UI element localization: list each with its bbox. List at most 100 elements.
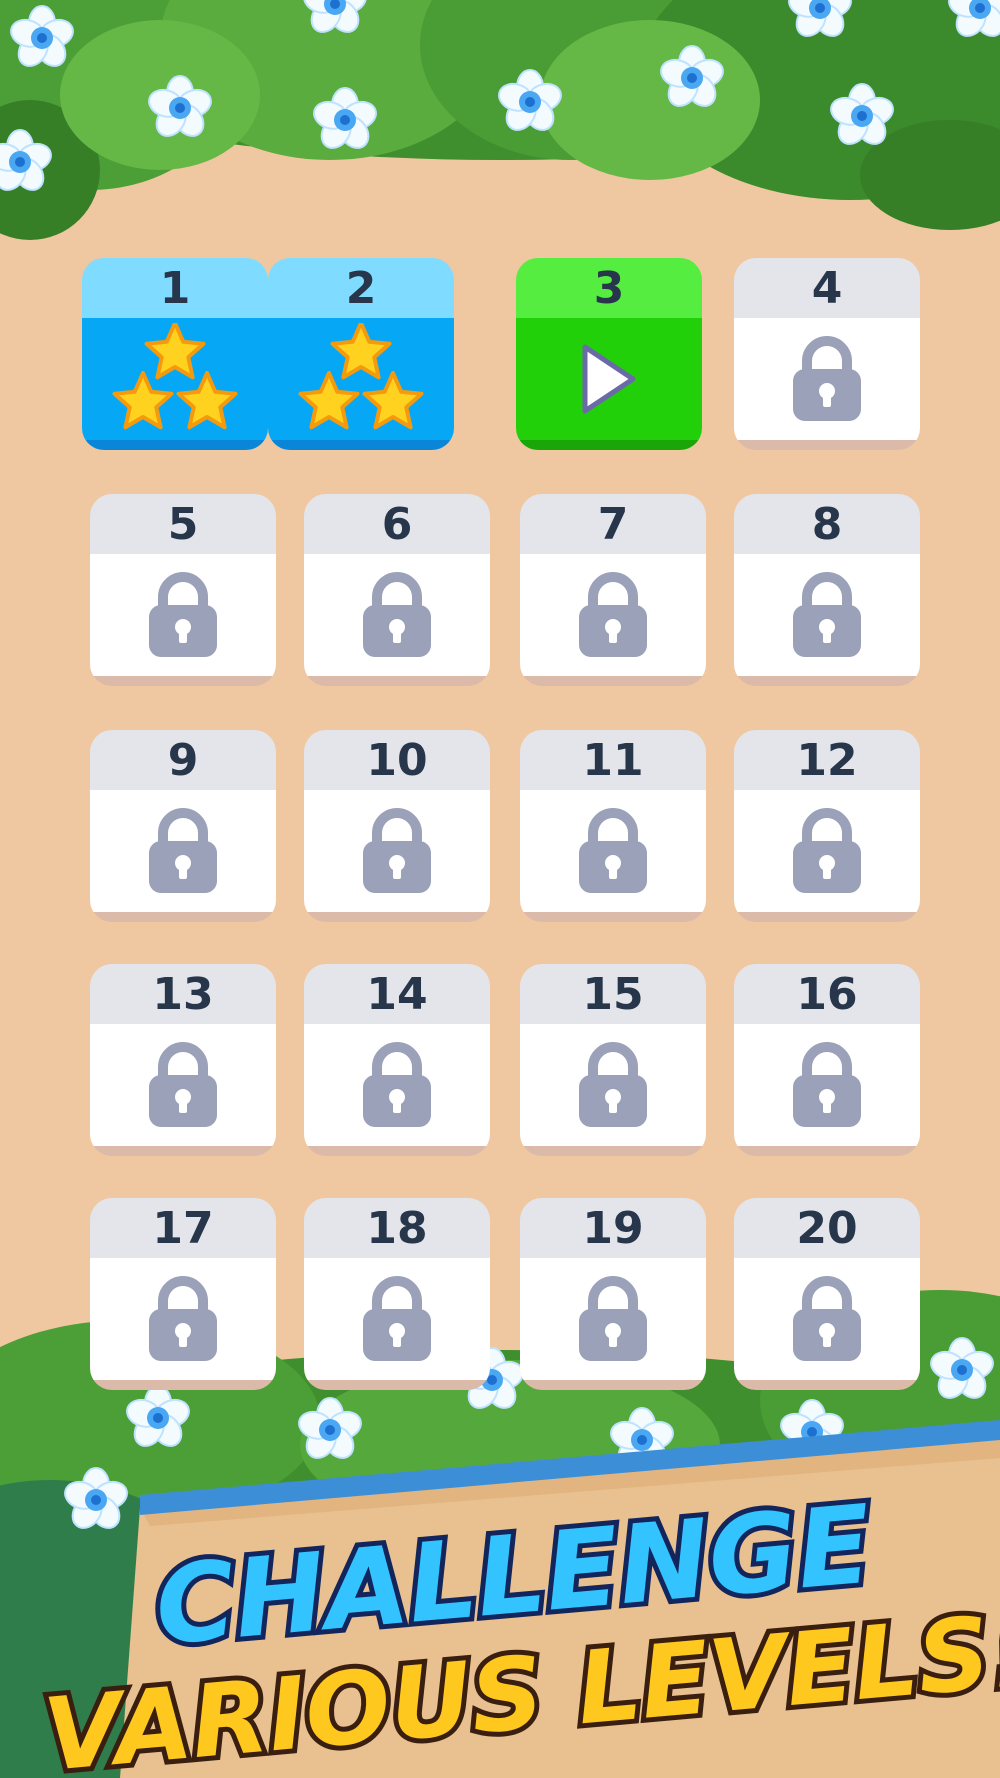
level-tile-10[interactable]: 10	[304, 730, 490, 922]
flower-icon	[64, 1467, 128, 1529]
level-number: 14	[304, 964, 490, 1024]
level-tile-shadow	[304, 1380, 490, 1390]
padlock-icon	[793, 808, 861, 893]
level-tile-shadow	[520, 912, 706, 922]
padlock-icon	[793, 572, 861, 657]
level-tile-body	[520, 554, 706, 676]
level-tile-body	[520, 1024, 706, 1146]
level-number: 8	[734, 494, 920, 554]
star-icon	[144, 323, 206, 380]
level-tile-shadow	[734, 1380, 920, 1390]
padlock-icon	[149, 572, 217, 657]
level-tile-12[interactable]: 12	[734, 730, 920, 922]
flower-icon	[126, 1385, 190, 1447]
star-icon	[330, 323, 392, 380]
flower-icon	[948, 0, 1000, 37]
flower-icon	[660, 45, 724, 107]
level-tile-8[interactable]: 8	[734, 494, 920, 686]
level-tile-7[interactable]: 7	[520, 494, 706, 686]
level-number: 10	[304, 730, 490, 790]
flower-icon	[10, 5, 74, 67]
level-tile-shadow	[304, 676, 490, 686]
level-tile-shadow	[82, 440, 268, 450]
level-tile-16[interactable]: 16	[734, 964, 920, 1156]
level-tile-15[interactable]: 15	[520, 964, 706, 1156]
level-tile-body	[82, 318, 268, 440]
padlock-icon	[579, 1042, 647, 1127]
padlock-icon	[793, 1042, 861, 1127]
level-tile-body	[90, 1024, 276, 1146]
level-tile-body	[734, 1258, 920, 1380]
level-tile-18[interactable]: 18	[304, 1198, 490, 1390]
level-select-screen: 12 3 4 5 6 7 8 9 10 11 12 13 14 15 16 17 …	[0, 0, 1000, 1778]
level-number: 11	[520, 730, 706, 790]
flower-icon	[498, 69, 562, 131]
level-tile-shadow	[268, 440, 454, 450]
level-tile-20[interactable]: 20	[734, 1198, 920, 1390]
level-number: 2	[268, 258, 454, 318]
padlock-icon	[793, 336, 861, 421]
play-icon	[582, 344, 636, 414]
level-number: 18	[304, 1198, 490, 1258]
level-number: 16	[734, 964, 920, 1024]
level-number: 5	[90, 494, 276, 554]
flower-icon	[298, 1397, 362, 1459]
flower-icon	[780, 1399, 844, 1461]
level-number: 6	[304, 494, 490, 554]
level-number: 15	[520, 964, 706, 1024]
flower-icon	[610, 1407, 674, 1469]
padlock-icon	[579, 572, 647, 657]
level-tile-shadow	[90, 912, 276, 922]
level-tile-2[interactable]: 2	[268, 258, 454, 450]
level-tile-6[interactable]: 6	[304, 494, 490, 686]
level-tile-shadow	[520, 676, 706, 686]
padlock-icon	[149, 1042, 217, 1127]
level-tile-1[interactable]: 1	[82, 258, 268, 450]
padlock-icon	[579, 1276, 647, 1361]
padlock-icon	[363, 808, 431, 893]
level-tile-shadow	[304, 1146, 490, 1156]
level-tile-shadow	[734, 440, 920, 450]
level-tile-body	[734, 554, 920, 676]
level-tile-5[interactable]: 5	[90, 494, 276, 686]
padlock-icon	[579, 808, 647, 893]
level-number: 17	[90, 1198, 276, 1258]
level-number: 7	[520, 494, 706, 554]
level-number: 3	[516, 258, 702, 318]
level-tile-shadow	[90, 1380, 276, 1390]
level-tile-shadow	[734, 1146, 920, 1156]
level-tile-body	[90, 1258, 276, 1380]
level-tile-shadow	[734, 912, 920, 922]
flower-icon	[930, 1337, 994, 1399]
level-tile-14[interactable]: 14	[304, 964, 490, 1156]
level-tile-19[interactable]: 19	[520, 1198, 706, 1390]
level-number: 1	[82, 258, 268, 318]
level-number: 19	[520, 1198, 706, 1258]
star-icon	[362, 371, 424, 430]
level-tile-body	[734, 1024, 920, 1146]
level-number: 9	[90, 730, 276, 790]
level-tile-body	[304, 790, 490, 912]
level-tile-body	[520, 1258, 706, 1380]
stars-rating	[298, 323, 424, 430]
level-tile-shadow	[520, 1146, 706, 1156]
flower-icon	[0, 129, 52, 191]
level-tile-body	[304, 1258, 490, 1380]
padlock-icon	[149, 1276, 217, 1361]
level-tile-shadow	[90, 1146, 276, 1156]
flower-icon	[148, 75, 212, 137]
level-tile-9[interactable]: 9	[90, 730, 276, 922]
star-icon	[112, 371, 174, 430]
level-number: 4	[734, 258, 920, 318]
level-tile-3[interactable]: 3	[516, 258, 702, 450]
level-tile-11[interactable]: 11	[520, 730, 706, 922]
padlock-icon	[363, 1276, 431, 1361]
level-tile-body	[516, 318, 702, 440]
flower-icon	[788, 0, 852, 37]
stars-rating	[112, 323, 238, 430]
star-icon	[298, 371, 360, 430]
level-tile-body	[734, 790, 920, 912]
level-tile-13[interactable]: 13	[90, 964, 276, 1156]
level-tile-17[interactable]: 17	[90, 1198, 276, 1390]
level-tile-4[interactable]: 4	[734, 258, 920, 450]
